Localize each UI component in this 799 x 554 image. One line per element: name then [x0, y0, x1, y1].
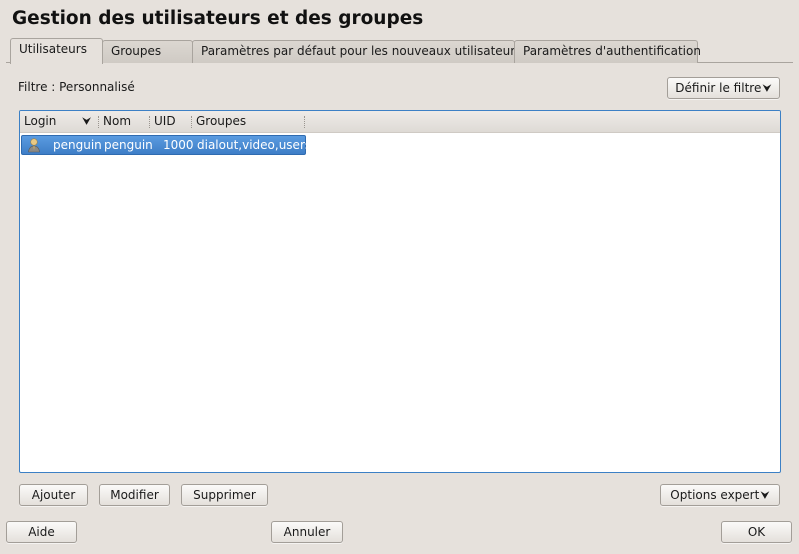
column-nom[interactable]: Nom	[103, 114, 131, 128]
column-groupes[interactable]: Groupes	[196, 114, 246, 128]
column-login[interactable]: Login	[24, 114, 56, 128]
edit-button[interactable]: Modifier	[99, 484, 170, 506]
column-separator[interactable]	[304, 116, 305, 128]
define-filter-label: Définir le filtre	[675, 81, 762, 95]
cell-login: penguin	[53, 138, 102, 152]
cell-groups: dialout,video,users	[197, 138, 312, 152]
expert-options-button[interactable]: Options expert⮟	[660, 484, 780, 506]
cancel-button[interactable]: Annuler	[271, 521, 343, 543]
filter-label: Filtre : Personnalisé	[18, 80, 135, 94]
tab-parametres-authentification-label: Paramètres d'authentification	[523, 44, 701, 58]
expert-options-label: Options expert	[670, 488, 760, 502]
column-uid[interactable]: UID	[154, 114, 176, 128]
cell-uid: 1000	[163, 138, 194, 152]
users-table[interactable]: Login ⮟ Nom UID Groupes penguin penguin …	[19, 110, 781, 473]
tab-groupes-label: Groupes	[111, 44, 162, 58]
delete-button[interactable]: Supprimer	[181, 484, 268, 506]
tab-parametres-defaut-label: Paramètres par défaut pour les nouveaux …	[201, 44, 522, 58]
table-row[interactable]: penguin penguin 1000 dialout,video,users	[21, 135, 311, 155]
column-separator[interactable]	[191, 116, 192, 128]
cell-name: penguin	[104, 138, 153, 152]
chevron-down-icon: ⮟	[760, 489, 770, 502]
column-separator[interactable]	[149, 116, 150, 128]
tab-utilisateurs-label: Utilisateurs	[19, 42, 87, 56]
tab-parametres-authentification[interactable]: Paramètres d'authentification	[514, 40, 701, 63]
tab-bar: Utilisateurs Groupes Paramètres par défa…	[6, 38, 793, 64]
table-header: Login ⮟ Nom UID Groupes	[20, 111, 780, 133]
ok-button[interactable]: OK	[721, 521, 792, 543]
tab-parametres-defaut[interactable]: Paramètres par défaut pour les nouveaux …	[192, 40, 521, 63]
add-button[interactable]: Ajouter	[19, 484, 88, 506]
column-separator[interactable]	[98, 116, 99, 128]
help-button[interactable]: Aide	[6, 521, 77, 543]
tab-groupes[interactable]: Groupes	[102, 40, 193, 63]
chevron-down-icon: ⮟	[762, 82, 772, 95]
sort-chevron-icon[interactable]: ⮟	[82, 115, 91, 129]
tab-utilisateurs[interactable]: Utilisateurs	[10, 38, 103, 64]
page-title: Gestion des utilisateurs et des groupes	[12, 8, 424, 29]
define-filter-button[interactable]: Définir le filtre⮟	[667, 77, 780, 99]
user-icon	[28, 138, 40, 153]
